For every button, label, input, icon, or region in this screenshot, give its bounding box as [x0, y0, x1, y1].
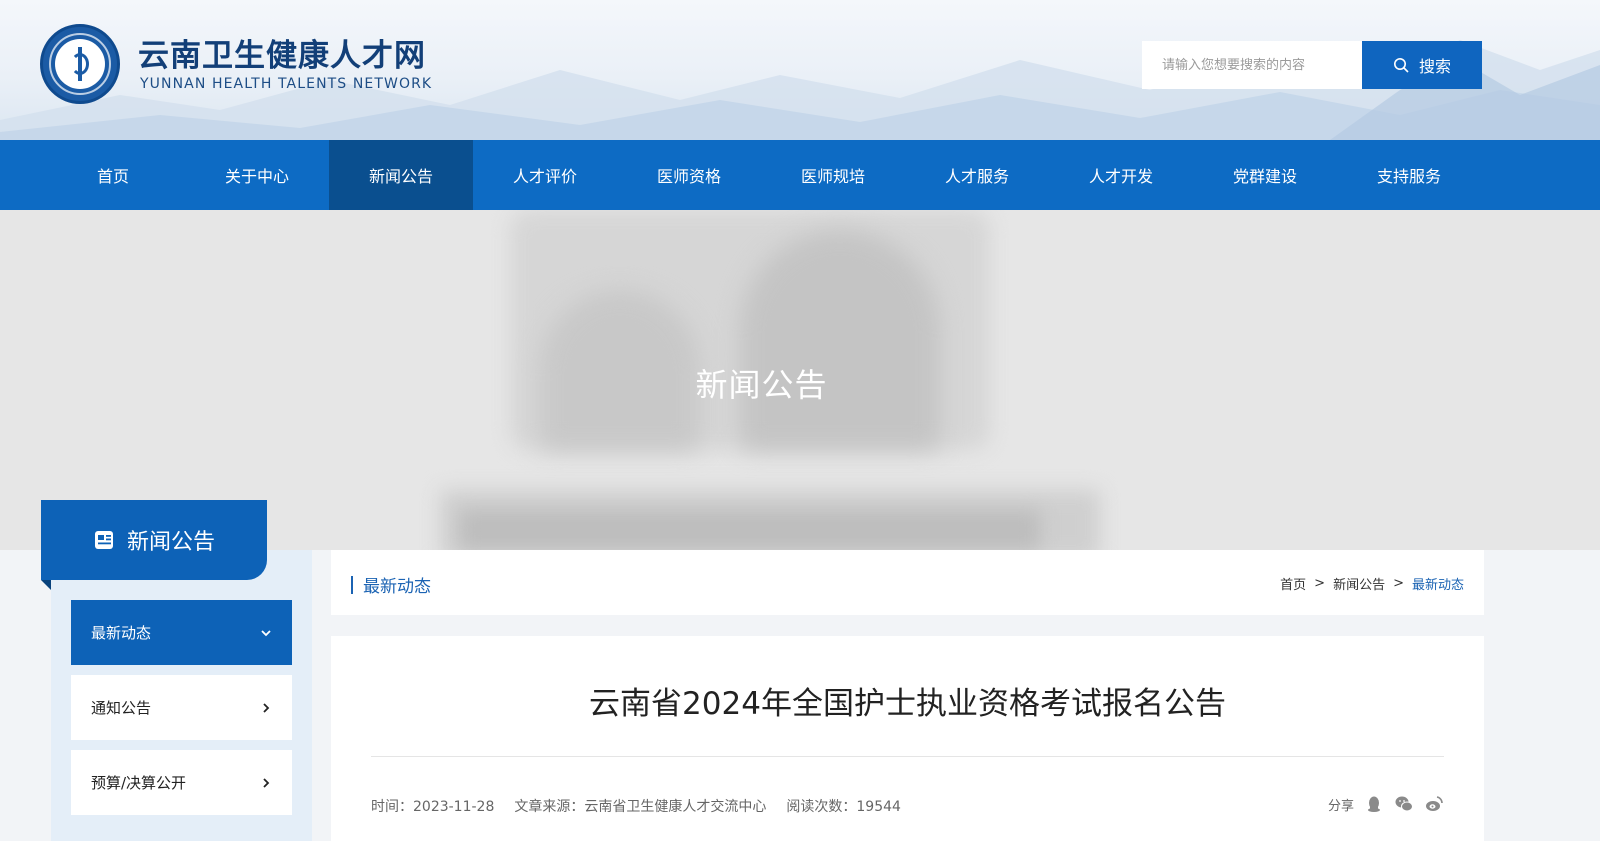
article-card: 云南省2024年全国护士执业资格考试报名公告 时间：2023-11-28 文章来… [331, 636, 1484, 841]
nav-item-about[interactable]: 关于中心 [185, 140, 329, 210]
sidebar-header-label: 新闻公告 [126, 530, 215, 555]
sidebar-header: 新闻公告 [41, 500, 267, 580]
logo-emblem-icon[interactable] [40, 24, 120, 104]
breadcrumb-home[interactable]: 首页 [1280, 574, 1306, 593]
sidebar-item-notices[interactable]: 通知公告 [71, 675, 292, 740]
nav-item-party-building[interactable]: 党群建设 [1193, 140, 1337, 210]
breadcrumb-separator: > [1314, 576, 1326, 591]
sidebar-item-budget[interactable]: 预算/决算公开 [71, 750, 292, 815]
breadcrumb-news[interactable]: 新闻公告 [1333, 574, 1385, 593]
nav-item-talent-development[interactable]: 人才开发 [1049, 140, 1193, 210]
nav-item-home[interactable]: 首页 [41, 140, 185, 210]
section-title-bar [351, 575, 353, 594]
nav-item-talent-service[interactable]: 人才服务 [905, 140, 1049, 210]
chevron-down-icon [261, 629, 271, 636]
search-icon [1393, 58, 1409, 73]
banner-title: 新闻公告 [695, 366, 828, 404]
site-title[interactable]: 云南卫生健康人才网 [138, 30, 426, 75]
sidebar-item-latest-news[interactable]: 最新动态 [71, 600, 292, 665]
sidebar-item-label: 预算/决算公开 [91, 774, 187, 792]
section-header: 最新动态 首页 > 新闻公告 > 最新动态 [331, 550, 1484, 615]
site-subtitle: YUNNAN HEALTH TALENTS NETWORK [140, 76, 433, 92]
search-button-label: 搜索 [1418, 57, 1451, 76]
breadcrumb-separator: > [1393, 576, 1404, 591]
main-nav: 首页 关于中心 新闻公告 人才评价 医师资格 医师规培 人才服务 人才开发 党群… [0, 140, 1600, 210]
wechat-icon[interactable] [1394, 794, 1414, 814]
article-title: 云南省2024年全国护士执业资格考试报名公告 [589, 686, 1226, 722]
share-bar: 分享 [1328, 794, 1444, 814]
share-label: 分享 [1327, 798, 1354, 814]
nav-item-physician-training[interactable]: 医师规培 [761, 140, 905, 210]
article-date: 时间：2023-11-28 [371, 799, 495, 815]
section-title-label: 最新动态 [363, 577, 431, 597]
section-title: 最新动态 [351, 572, 431, 597]
search-button[interactable]: 搜索 [1362, 41, 1482, 89]
sidebar-item-label: 通知公告 [91, 699, 152, 717]
qq-icon[interactable] [1364, 794, 1384, 814]
nav-item-physician-qualification[interactable]: 医师资格 [617, 140, 761, 210]
nav-item-talent-evaluation[interactable]: 人才评价 [473, 140, 617, 210]
page-banner: 新闻公告 [0, 210, 1600, 550]
article-divider [371, 756, 1444, 757]
search-input[interactable] [1142, 41, 1362, 89]
chevron-right-icon [263, 777, 270, 788]
breadcrumb: 首页 > 新闻公告 > 最新动态 [1280, 574, 1464, 593]
breadcrumb-current[interactable]: 最新动态 [1412, 574, 1464, 593]
nav-item-news[interactable]: 新闻公告 [329, 140, 473, 210]
sidebar-header-fold [41, 580, 51, 590]
newspaper-icon [94, 531, 113, 549]
site-header: 云南卫生健康人才网 YUNNAN HEALTH TALENTS NETWORK … [0, 0, 1600, 140]
article-views: 阅读次数：19544 [786, 799, 901, 815]
sidebar-item-label: 最新动态 [91, 624, 152, 642]
article-source: 文章来源：云南省卫生健康人才交流中心 [514, 799, 767, 815]
nav-item-support-service[interactable]: 支持服务 [1337, 140, 1481, 210]
weibo-icon[interactable] [1424, 794, 1444, 814]
article-meta: 时间：2023-11-28 文章来源：云南省卫生健康人才交流中心 阅读次数：19… [371, 796, 901, 816]
chevron-right-icon [263, 702, 270, 713]
